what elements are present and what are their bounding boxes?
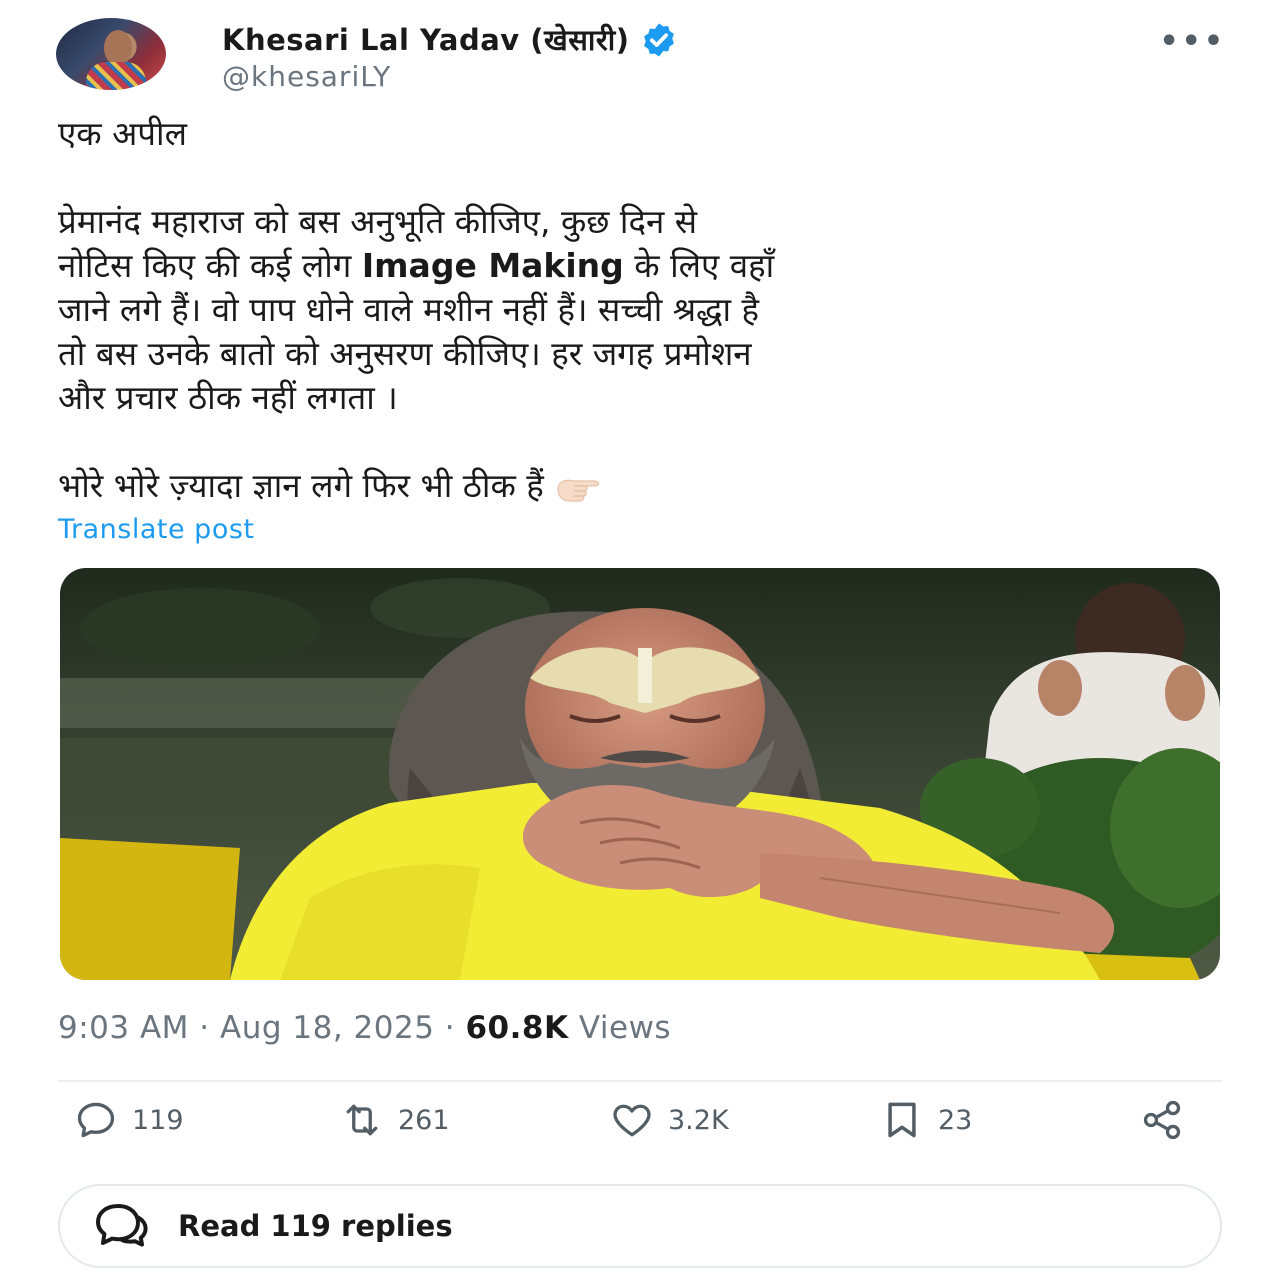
reply-count: 119 xyxy=(132,1104,184,1136)
divider xyxy=(58,1080,1222,1082)
tweet-line: प्रेमानंद महाराज को बस अनुभूति कीजिए, कु… xyxy=(58,202,698,241)
tweet-header: Khesari Lal Yadav (खेसारी) @khesariLY ••… xyxy=(56,18,1226,98)
repost-count: 261 xyxy=(398,1104,450,1136)
reply-button[interactable]: 119 xyxy=(74,1098,184,1142)
tweet-body: एक अपील प्रेमानंद महाराज को बस अनुभूति क… xyxy=(58,112,1228,508)
meta-separator: · xyxy=(188,1010,220,1046)
views-label: Views xyxy=(568,1010,672,1046)
author-name-row: Khesari Lal Yadav (खेसारी) xyxy=(222,20,678,59)
avatar-shirt xyxy=(86,62,146,90)
tweet-time[interactable]: 9:03 AM xyxy=(58,1010,189,1046)
tweet-line: और प्रचार ठीक नहीं लगता । xyxy=(58,378,398,417)
read-replies-button[interactable]: Read 119 replies xyxy=(58,1184,1222,1268)
reply-icon xyxy=(77,1102,115,1138)
tweet-date[interactable]: Aug 18, 2025 xyxy=(220,1010,434,1046)
views-count: 60.8K xyxy=(465,1010,569,1046)
like-button[interactable]: 3.2K xyxy=(610,1098,729,1142)
tweet-text-segment: भोरे भोरे ज़्यादा ज्ञान लगे फिर भी ठीक ह… xyxy=(58,466,555,505)
verified-badge-icon xyxy=(643,22,674,57)
avatar[interactable] xyxy=(56,18,166,90)
tweet-line: नोटिस किए की कई लोग Image Making के लिए … xyxy=(58,244,1228,288)
more-options-icon[interactable]: ••• xyxy=(1159,24,1226,59)
tweet-line: भोरे भोरे ज़्यादा ज्ञान लगे फिर भी ठीक ह… xyxy=(58,464,1228,508)
like-count: 3.2K xyxy=(668,1104,729,1136)
read-replies-label: Read 119 replies xyxy=(178,1209,453,1243)
share-button[interactable] xyxy=(1140,1098,1184,1142)
tweet-media-image[interactable] xyxy=(60,568,1220,980)
share-icon xyxy=(1143,1100,1181,1140)
action-bar: 119 261 3.2K 23 xyxy=(58,1098,1222,1154)
repost-icon xyxy=(346,1104,378,1136)
pointing-hand-emoji-icon xyxy=(557,479,600,502)
avatar-face xyxy=(104,30,132,66)
tweet-line: तो बस उनके बातो को अनुसरण कीजिए। हर जगह … xyxy=(58,334,752,373)
replies-bubbles-icon xyxy=(96,1204,148,1247)
bookmark-button[interactable]: 23 xyxy=(880,1098,972,1142)
bookmark-icon xyxy=(888,1102,916,1138)
tweet-text-segment: के लिए वहाँ xyxy=(623,246,775,285)
bookmark-count: 23 xyxy=(938,1104,973,1136)
author-name[interactable]: Khesari Lal Yadav (खेसारी) xyxy=(222,20,630,59)
translate-post-link[interactable]: Translate post xyxy=(58,514,255,545)
repost-button[interactable]: 261 xyxy=(340,1098,450,1142)
tweet-text-bold: Image Making xyxy=(361,246,624,285)
photo-illustration xyxy=(60,568,1220,980)
author-handle[interactable]: @khesariLY xyxy=(222,60,391,93)
heart-icon xyxy=(613,1104,651,1137)
tweet-text-segment: नोटिस किए की कई लोग xyxy=(58,246,362,285)
tweet-line: जाने लगे हैं। वो पाप धोने वाले मशीन नहीं… xyxy=(58,290,760,329)
tweet-meta: 9:03 AM · Aug 18, 2025 · 60.8K Views xyxy=(58,1010,671,1046)
meta-separator: · xyxy=(434,1010,466,1046)
tweet-line: एक अपील xyxy=(58,114,187,153)
